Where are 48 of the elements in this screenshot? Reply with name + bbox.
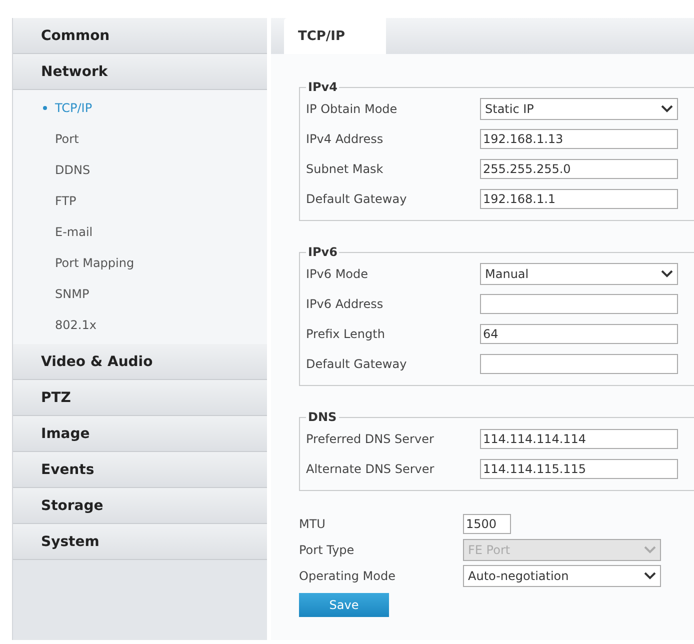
sidebar-section[interactable]: Common <box>13 18 267 54</box>
input-field[interactable] <box>480 354 678 374</box>
input-field[interactable] <box>480 294 678 314</box>
input-field[interactable]: 114.114.115.115 <box>480 459 678 479</box>
sidebar-section[interactable]: Image <box>13 416 267 452</box>
field-label: MTU <box>299 517 326 531</box>
group-title: IPv6 <box>307 245 338 259</box>
field-label: Port Type <box>299 543 356 557</box>
sidebar-item[interactable]: 802.1x <box>13 309 267 340</box>
chevron-down-icon <box>661 270 673 278</box>
sidebar-item[interactable]: E-mail <box>13 216 267 247</box>
sidebar-section[interactable]: Storage <box>13 488 267 524</box>
field-label: IPv6 Mode <box>306 267 370 281</box>
sidebar-section[interactable]: Video & Audio <box>13 344 267 380</box>
field-label: Prefix Length <box>306 327 386 341</box>
sidebar-item[interactable]: FTP <box>13 185 267 216</box>
chevron-down-icon <box>661 105 673 113</box>
chevron-down-icon <box>644 572 656 580</box>
field-label: Subnet Mask <box>306 162 384 176</box>
field-label: Default Gateway <box>306 357 408 371</box>
chevron-down-icon <box>644 546 656 554</box>
input-field[interactable]: 255.255.255.0 <box>480 159 678 179</box>
field-label: IPv4 Address <box>306 132 384 146</box>
group-title: IPv4 <box>307 80 338 94</box>
field-label: IP Obtain Mode <box>306 102 398 116</box>
field-label: IPv6 Address <box>306 297 384 311</box>
sidebar-section[interactable]: Events <box>13 452 267 488</box>
dropdown[interactable]: Static IP <box>480 98 678 120</box>
field-label: Preferred DNS Server <box>306 432 435 446</box>
group-title: DNS <box>307 410 338 424</box>
sidebar-item[interactable]: Port <box>13 123 267 154</box>
field-label: Alternate DNS Server <box>306 462 436 476</box>
sidebar-item[interactable]: Port Mapping <box>13 247 267 278</box>
input-field[interactable]: 1500 <box>463 514 511 534</box>
field-label: Default Gateway <box>306 192 408 206</box>
dropdown[interactable]: Manual <box>480 263 678 285</box>
sidebar-item[interactable]: SNMP <box>13 278 267 309</box>
tab[interactable]: TCP/IP <box>284 18 386 54</box>
input-field[interactable]: 192.168.1.1 <box>480 189 678 209</box>
input-field[interactable]: 114.114.114.114 <box>480 429 678 449</box>
sidebar-item[interactable]: DDNS <box>13 154 267 185</box>
dropdown[interactable]: Auto-negotiation <box>463 565 661 587</box>
sidebar-section[interactable]: System <box>13 524 267 560</box>
field-label: Operating Mode <box>299 569 397 583</box>
sidebar-section[interactable]: PTZ <box>13 380 267 416</box>
sidebar-section[interactable]: Network <box>13 54 267 90</box>
input-field[interactable]: 64 <box>480 324 678 344</box>
input-field[interactable]: 192.168.1.13 <box>480 129 678 149</box>
